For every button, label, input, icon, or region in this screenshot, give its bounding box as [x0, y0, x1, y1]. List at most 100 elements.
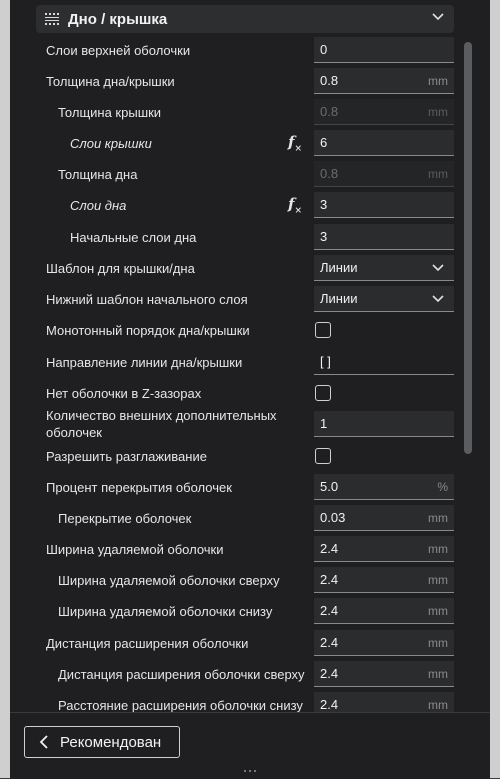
field-value: 2.4 — [320, 666, 339, 681]
setting-row: Разрешить разглаживание — [0, 441, 470, 471]
field-value: 0.03 — [320, 510, 346, 525]
top-bottom-pattern-select[interactable]: Линии — [314, 255, 454, 281]
unit-label: % — [437, 480, 448, 494]
chevron-down-icon — [432, 295, 444, 303]
setting-label: Шаблон для крышки/дна — [46, 260, 195, 276]
setting-row: Ширина удаляемой оболочки 2.4 mm — [0, 534, 470, 564]
setting-row: Дистанция расширения оболочки 2.4 mm — [0, 628, 470, 658]
setting-row: Монотонный порядок дна/крышки — [0, 315, 470, 345]
initial-bottom-layers-input[interactable]: 3 — [314, 224, 454, 250]
setting-row: Слои крышки f× 6 — [0, 128, 470, 158]
setting-label: Начальные слои дна — [70, 229, 197, 245]
no-skin-z-gaps-checkbox[interactable] — [315, 385, 331, 401]
setting-row: Количество внешних дополнительных оболоч… — [0, 408, 470, 440]
field-value: 3 — [320, 197, 328, 212]
setting-row: Нет оболочки в Z-зазорах — [0, 378, 470, 408]
bottom-skin-removal-width-input[interactable]: 2.4 mm — [314, 598, 454, 624]
setting-label: Дистанция расширения оболочки сверху — [58, 666, 305, 682]
unit-label: mm — [428, 511, 448, 525]
unit-label: mm — [428, 167, 448, 181]
field-value: 2.4 — [320, 572, 339, 587]
select-value: Линии — [320, 291, 358, 306]
setting-row: Слои верхней оболочки 0 — [0, 35, 470, 65]
field-value: 2.4 — [320, 541, 339, 556]
skin-overlap-input[interactable]: 0.03 mm — [314, 505, 454, 531]
setting-label: Количество внешних дополнительных оболоч… — [46, 408, 277, 440]
field-value: 2.4 — [320, 603, 339, 618]
extra-skin-wall-count-input[interactable]: 1 — [314, 411, 454, 437]
section-header-bottom-top[interactable]: Дно / крышка — [36, 5, 454, 33]
setting-row: Ширина удаляемой оболочки сверху 2.4 mm — [0, 565, 470, 595]
function-icon[interactable]: f× — [288, 133, 306, 154]
setting-row: Перекрытие оболочек 0.03 mm — [0, 503, 470, 533]
setting-label: Толщина дна/крышки — [46, 73, 175, 89]
setting-row: Толщина дна/крышки 0.8 mm — [0, 66, 470, 96]
select-value: Линии — [320, 260, 358, 275]
field-value: 6 — [320, 135, 328, 150]
top-bottom-thickness-input[interactable]: 0.8 mm — [314, 68, 454, 94]
unit-label: mm — [428, 698, 448, 712]
setting-row: Нижний шаблон начального слоя Линии — [0, 284, 470, 314]
top-bottom-category-icon — [45, 13, 59, 25]
field-value: 0 — [320, 42, 328, 57]
field-value: 1 — [320, 416, 328, 431]
field-value: 5.0 — [320, 479, 339, 494]
setting-label: Перекрытие оболочек — [58, 510, 192, 526]
chevron-down-icon — [432, 264, 444, 272]
setting-label: Слои крышки — [70, 135, 152, 151]
field-value: 2.4 — [320, 697, 339, 712]
setting-label: Толщина крышки — [58, 104, 162, 120]
recommended-mode-button[interactable]: Рекомендован — [24, 726, 180, 758]
setting-label: Слои верхней оболочки — [46, 42, 191, 58]
monotonic-order-checkbox[interactable] — [315, 322, 331, 338]
top-thickness-input: 0.8 mm — [314, 99, 454, 125]
unit-label: mm — [428, 74, 448, 88]
viewport-right-edge — [490, 0, 500, 778]
setting-label: Нет оболочки в Z-зазорах — [46, 385, 202, 401]
setting-label: Направление линии дна/крышки — [46, 354, 243, 370]
setting-row: Ширина удаляемой оболочки снизу 2.4 mm — [0, 596, 470, 626]
function-icon[interactable]: f× — [288, 195, 306, 216]
setting-label: Монотонный порядок дна/крышки — [46, 322, 250, 338]
chevron-down-icon[interactable] — [432, 13, 444, 21]
skin-removal-width-input[interactable]: 2.4 mm — [314, 536, 454, 562]
field-value: 0.8 — [320, 166, 339, 181]
unit-label: mm — [428, 636, 448, 650]
unit-label: mm — [428, 667, 448, 681]
initial-layer-pattern-select[interactable]: Линии — [314, 286, 454, 312]
resize-grip-icon[interactable] — [244, 770, 256, 773]
setting-label: Ширина удаляемой оболочки снизу — [58, 603, 273, 619]
setting-label: Ширина удаляемой оболочки — [46, 541, 224, 557]
setting-row: Шаблон для крышки/дна Линии — [0, 253, 470, 283]
unit-label: mm — [428, 573, 448, 587]
setting-label: Слои дна — [70, 197, 127, 213]
setting-label: Толщина дна — [58, 166, 138, 182]
line-directions-input[interactable]: [ ] — [314, 349, 454, 375]
enable-ironing-checkbox[interactable] — [315, 448, 331, 464]
field-value: 3 — [320, 229, 328, 244]
setting-row: Толщина дна 0.8 mm — [0, 159, 470, 189]
field-value: 0.8 — [320, 104, 339, 119]
section-title: Дно / крышка — [68, 10, 168, 28]
bottom-thickness-input: 0.8 mm — [314, 161, 454, 187]
top-skin-removal-width-input[interactable]: 2.4 mm — [314, 567, 454, 593]
setting-label: Нижний шаблон начального слоя — [46, 291, 248, 307]
setting-row: Дистанция расширения оболочки сверху 2.4… — [0, 659, 470, 689]
top-layers-input[interactable]: 0 — [314, 37, 454, 63]
setting-label: Ширина удаляемой оболочки сверху — [58, 572, 280, 588]
setting-row: Слои дна f× 3 — [0, 190, 470, 220]
top-layers-count-input[interactable]: 6 — [314, 130, 454, 156]
setting-row: Направление линии дна/крышки [ ] — [0, 347, 470, 377]
unit-label: mm — [428, 604, 448, 618]
setting-row: Начальные слои дна 3 — [0, 222, 470, 252]
skin-expand-distance-input[interactable]: 2.4 mm — [314, 630, 454, 656]
top-skin-expand-distance-input[interactable]: 2.4 mm — [314, 661, 454, 687]
setting-label: Процент перекрытия оболочек — [46, 479, 232, 495]
chevron-left-icon — [39, 735, 48, 749]
field-value: [ ] — [320, 354, 331, 369]
recommended-button-label: Рекомендован — [60, 733, 162, 751]
setting-row: Толщина крышки 0.8 mm — [0, 97, 470, 127]
unit-label: mm — [428, 105, 448, 119]
skin-overlap-percent-input[interactable]: 5.0% — [314, 474, 454, 500]
bottom-layers-input[interactable]: 3 — [314, 192, 454, 218]
